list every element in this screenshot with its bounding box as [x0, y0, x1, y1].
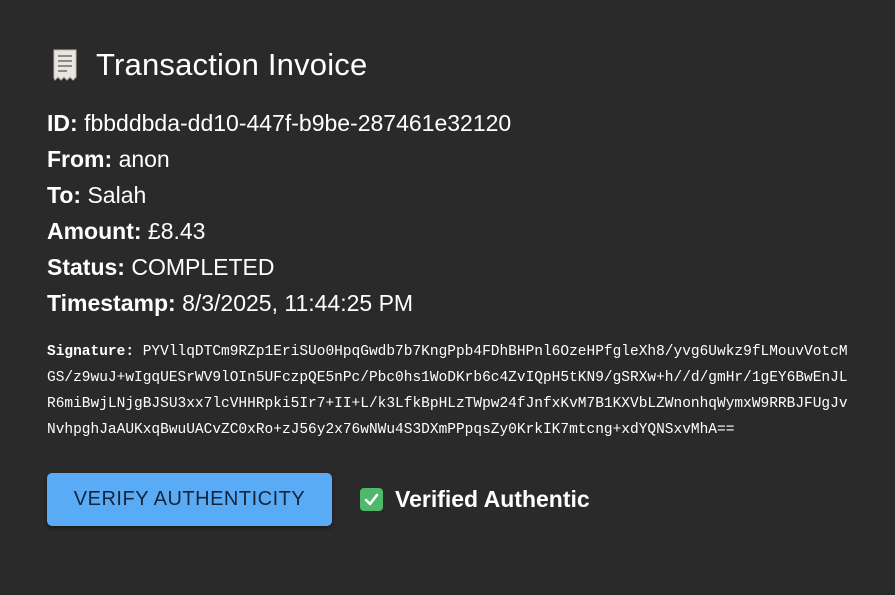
field-label: Amount:: [47, 218, 142, 244]
field-label: ID:: [47, 110, 78, 136]
page-title: Transaction Invoice: [96, 47, 368, 82]
field-value: £8.43: [147, 218, 206, 244]
signature-block: Signature: PYVllqDTCm9RZp1EriSUo0HpqGwdb…: [47, 339, 852, 443]
field-label: Status:: [47, 254, 125, 280]
signature-label: Signature:: [47, 344, 135, 360]
invoice-header: Transaction Invoice: [47, 45, 848, 85]
field-value: COMPLETED: [131, 254, 275, 280]
field-label: To:: [47, 182, 82, 208]
field-timestamp: Timestamp: 8/3/2025, 11:44:25 PM: [47, 285, 848, 321]
field-id: ID: fbbddbda-dd10-447f-b9be-287461e32120: [47, 105, 848, 141]
verification-status: Verified Authentic: [360, 473, 590, 526]
receipt-icon: [52, 49, 78, 81]
field-status: Status: COMPLETED: [47, 249, 848, 285]
verify-authenticity-button[interactable]: VERIFY AUTHENTICITY: [47, 473, 332, 526]
field-label: Timestamp:: [47, 290, 176, 316]
invoice-fields: ID: fbbddbda-dd10-447f-b9be-287461e32120…: [47, 105, 848, 321]
field-value: Salah: [87, 182, 147, 208]
field-label: From:: [47, 146, 113, 172]
signature-value: PYVllqDTCm9RZp1EriSUo0HpqGwdb7b7KngPpb4F…: [47, 344, 848, 438]
field-from: From: anon: [47, 141, 848, 177]
verification-status-text: Verified Authentic: [395, 486, 590, 512]
field-value: anon: [118, 146, 170, 172]
field-to: To: Salah: [47, 177, 848, 213]
action-row: VERIFY AUTHENTICITY Verified Authentic: [47, 473, 848, 526]
field-amount: Amount: £8.43: [47, 213, 848, 249]
invoice-card: Transaction Invoice ID: fbbddbda-dd10-44…: [0, 0, 895, 595]
check-icon: [360, 488, 383, 511]
field-value: 8/3/2025, 11:44:25 PM: [182, 290, 414, 316]
field-value: fbbddbda-dd10-447f-b9be-287461e32120: [84, 110, 512, 136]
